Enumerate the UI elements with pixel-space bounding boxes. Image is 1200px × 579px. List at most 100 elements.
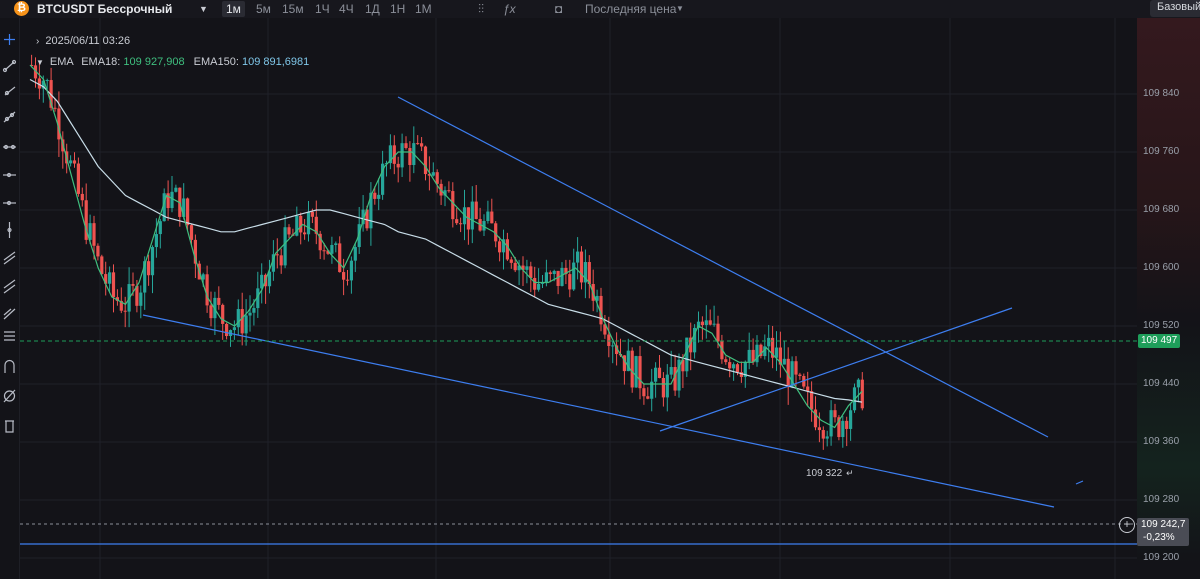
candle-body [310,211,314,217]
candle-body [131,284,135,286]
candle-body [544,272,548,283]
trendline-lower[interactable] [142,314,1055,508]
magnet-icon[interactable] [4,359,15,374]
price-tick: 109 520 [1143,320,1180,331]
candle-body [505,239,509,260]
candle-body [170,191,174,209]
mode-button[interactable]: Базовый [1150,0,1200,17]
candle-body [244,315,248,334]
candle-body [700,321,704,326]
timeframe-3[interactable]: 15м [278,1,308,17]
add-alert-icon[interactable]: + [1119,517,1135,533]
chevron-down-icon[interactable]: ▼ [676,1,684,17]
trendlines[interactable] [20,96,1137,545]
price-chart[interactable]: 109 322 ↵ [20,18,1137,579]
candle-body [221,304,225,324]
candle-body [76,163,80,194]
candle-body [708,320,712,325]
candle-body [435,172,439,184]
candle-body [537,283,541,290]
pattern-icon[interactable] [3,308,16,320]
candle-body [716,323,720,342]
candle-body [423,146,428,175]
candle-body [732,364,736,369]
candle-body [431,172,435,176]
trendline-stub[interactable] [1075,480,1084,485]
candle-body [455,219,459,224]
screenshot-icon[interactable]: ◘ [555,1,562,17]
candle-body [856,379,860,388]
drawing-toolbar [0,18,20,579]
timeframe-4[interactable]: 1Ч [311,1,334,17]
candle-body [817,427,821,431]
ray-icon[interactable] [4,86,16,96]
candle-body [123,310,127,312]
trash-icon[interactable] [5,420,14,433]
price-source-select[interactable]: Последняя цена [585,1,676,17]
chevron-right-icon[interactable]: › [36,36,39,47]
candle-body [345,279,350,281]
price-tick: 109 600 [1143,262,1180,273]
candle-body [53,107,57,109]
ema18-label: EMA18: [81,56,121,68]
price-tick: 109 760 [1143,146,1180,157]
fib-icon[interactable] [4,331,15,341]
price-tick: 109 840 [1143,88,1180,99]
candle-body [404,143,408,149]
candle-body [80,193,84,201]
channel-icon[interactable] [3,279,16,294]
timeframe-8[interactable]: 1М [411,1,436,17]
crosshair-icon[interactable] [4,34,15,45]
legend-datetime-row: › 2025/06/11 03:26 [36,35,130,48]
candle-body [416,143,420,145]
drawing-tools [2,34,17,433]
horizontal-ray-icon[interactable] [3,172,16,178]
candle-body [205,274,209,306]
candle-body [661,377,665,398]
candle-body [849,410,853,429]
timeframe-2[interactable]: 5м [252,1,275,17]
candle-body [646,396,650,399]
candle-body [533,277,537,290]
candle-body [275,254,279,256]
candle-body [560,267,564,286]
candle-body [240,309,244,334]
candle-body [147,261,151,276]
candle-body [189,225,194,240]
timeframe-5[interactable]: 4Ч [335,1,358,17]
hide-drawings-icon[interactable] [3,389,16,403]
timeframe-1[interactable]: 1м [222,1,245,17]
candle-body [330,244,334,254]
candle-body [845,420,849,429]
candle-body [634,356,638,388]
timeframe-7[interactable]: 1Н [386,1,409,17]
price-axis-volume-gradient [1137,18,1200,323]
chevron-down-icon[interactable]: ▼ [199,1,208,17]
candle-body [498,241,502,253]
candle-body [665,374,669,398]
candle-body [252,308,256,313]
candle-body [552,270,556,275]
pitchfork-icon[interactable] [3,251,16,265]
price-tick: 109 200 [1143,552,1180,563]
trendline-icon[interactable] [2,59,17,73]
candle-body [735,364,740,373]
info-line-icon[interactable] [3,200,16,206]
chevron-down-icon[interactable]: ▼ [36,58,44,67]
low-arrow-icon: ↵ [846,469,854,479]
candle-body [287,227,291,235]
candles-icon[interactable]: ⫶⫶ [478,1,484,17]
extended-line-icon[interactable] [3,111,16,123]
timeframe-6[interactable]: 1Д [361,1,384,17]
horizontal-line-icon[interactable] [3,144,16,150]
bitcoin-icon: ₿ [14,1,29,16]
candle-body [529,266,533,278]
indicators-icon[interactable]: ƒx [503,1,516,17]
legend-ema-row: ▼ EMA EMA18: 109 927,908 EMA150: 109 891,… [36,56,309,69]
symbol-title[interactable]: BTCUSDT Бессрочный [37,1,172,17]
vertical-line-icon[interactable] [7,222,12,238]
candle-body [174,187,178,192]
low-price-label: 109 322 [806,468,843,479]
candle-body [607,334,611,346]
candle-body [279,255,283,266]
